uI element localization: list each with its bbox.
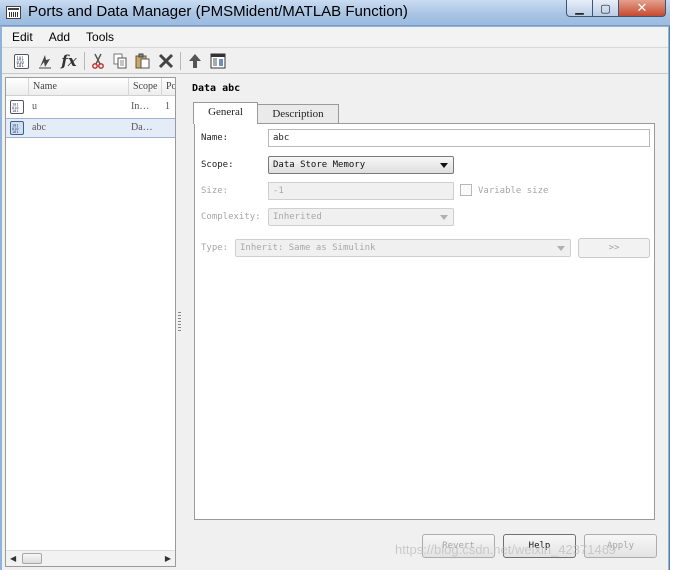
scroll-right-icon[interactable]: ▶ <box>165 554 171 563</box>
menu-add[interactable]: Add <box>43 30 76 44</box>
window-client-area: Edit Add Tools 101 010 101 fx Name Scope… <box>2 27 668 570</box>
add-data-button[interactable]: 101 010 101 <box>11 51 31 71</box>
add-function-icon: fx <box>61 52 77 70</box>
add-event-button[interactable] <box>35 51 55 71</box>
svg-text:101: 101 <box>16 63 24 67</box>
scrollbar-thumb[interactable] <box>22 553 42 564</box>
toolbar-separator <box>180 52 181 70</box>
cut-icon <box>92 53 104 69</box>
list-header-icon-column <box>6 78 28 96</box>
svg-text:101: 101 <box>12 130 19 133</box>
delete-icon <box>158 53 174 69</box>
toolbar: 101 010 101 fx <box>2 47 668 74</box>
tab-general[interactable]: General <box>193 102 258 124</box>
svg-text:101: 101 <box>12 109 19 112</box>
size-label: Size: <box>201 186 229 196</box>
add-event-icon <box>39 55 51 69</box>
scope-select-value: Data Store Memory <box>273 160 366 170</box>
window-title: Ports and Data Manager (PMSMident/MATLAB… <box>28 3 408 20</box>
cut-button[interactable] <box>88 51 108 71</box>
minimize-button[interactable]: ▁ <box>566 0 593 17</box>
move-up-icon <box>189 54 201 68</box>
data-icon: 101 010 101 <box>10 121 24 135</box>
general-tab-panel: Name: abc Scope: Data Store Memory Size:… <box>194 123 655 520</box>
title-bar[interactable]: Ports and Data Manager (PMSMident/MATLAB… <box>0 0 670 26</box>
scope-select[interactable]: Data Store Memory <box>268 156 454 174</box>
toolbar-separator <box>84 52 85 70</box>
complexity-select[interactable]: Inherited <box>268 208 454 226</box>
window-controls: ▁ ▢ ✕ <box>566 0 666 18</box>
row-port: 1 <box>165 101 170 112</box>
complexity-select-value: Inherited <box>273 212 322 222</box>
row-name: abc <box>32 122 46 133</box>
list-row-u[interactable]: 101 010 101 u In… 1 <box>6 98 175 118</box>
data-icon: 101 010 101 <box>10 100 24 114</box>
variable-size-label: Variable size <box>478 186 549 196</box>
column-header-name[interactable]: Name <box>28 78 128 96</box>
tab-description[interactable]: Description <box>257 104 339 124</box>
variable-size-checkbox[interactable] <box>460 184 472 196</box>
column-header-port[interactable]: Po <box>161 78 175 96</box>
list-header: Name Scope Po <box>6 78 175 96</box>
menu-tools[interactable]: Tools <box>80 30 120 44</box>
close-button[interactable]: ✕ <box>619 0 666 17</box>
chevron-down-icon <box>440 215 448 220</box>
type-label: Type: <box>201 243 229 253</box>
list-row-abc[interactable]: 101 010 101 abc Da… <box>6 118 175 138</box>
data-type-assistant-button[interactable]: >> <box>578 238 650 258</box>
model-explorer-icon <box>210 53 226 69</box>
row-scope: Da… <box>131 122 153 133</box>
list-horizontal-scrollbar[interactable]: ◀ ▶ <box>6 550 175 566</box>
scroll-left-icon[interactable]: ◀ <box>10 554 16 563</box>
complexity-label: Complexity: <box>201 212 261 222</box>
paste-icon <box>135 53 150 69</box>
scope-label: Scope: <box>201 160 234 170</box>
size-field[interactable]: -1 <box>268 182 454 200</box>
delete-button[interactable] <box>156 51 176 71</box>
chevron-down-icon <box>440 163 448 168</box>
move-up-button[interactable] <box>185 51 205 71</box>
detail-title: Data abc <box>192 83 241 94</box>
column-header-scope[interactable]: Scope <box>128 78 161 96</box>
row-scope: In… <box>131 101 150 112</box>
model-explorer-button[interactable] <box>208 51 228 71</box>
maximize-button[interactable]: ▢ <box>593 0 619 17</box>
copy-button[interactable] <box>110 51 130 71</box>
data-list-pane: Name Scope Po 101 010 101 u In… 1 101 010 10… <box>5 77 176 567</box>
type-select[interactable]: Inherit: Same as Simulink <box>235 239 571 257</box>
menu-edit[interactable]: Edit <box>6 30 39 44</box>
add-function-button[interactable]: fx <box>59 51 79 71</box>
paste-button[interactable] <box>133 51 153 71</box>
pane-splitter-handle[interactable] <box>178 312 181 332</box>
copy-icon <box>113 53 127 69</box>
name-label: Name: <box>201 133 229 143</box>
chevron-down-icon <box>557 246 565 251</box>
name-field[interactable]: abc <box>268 129 650 147</box>
ports-data-manager-window: Ports and Data Manager (PMSMident/MATLAB… <box>0 0 670 570</box>
row-name: u <box>32 101 37 112</box>
app-icon <box>6 6 21 19</box>
menu-bar: Edit Add Tools <box>2 27 668 46</box>
watermark-text: https://blog.csdn.net/weixin_42371469 <box>395 542 617 557</box>
add-data-icon: 101 010 101 <box>13 53 29 69</box>
type-select-value: Inherit: Same as Simulink <box>240 243 376 253</box>
